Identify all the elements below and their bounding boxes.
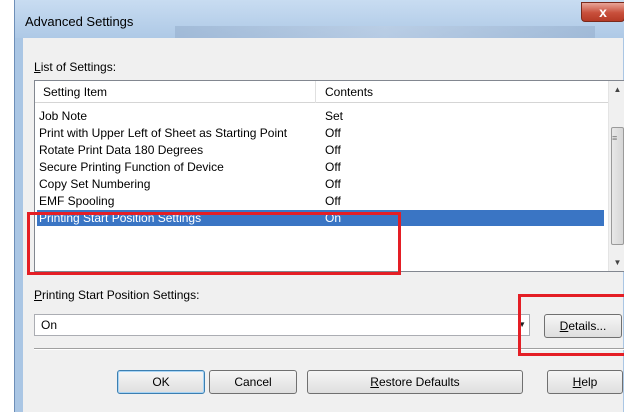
list-item[interactable]: EMF Spooling Off	[39, 193, 604, 209]
list-header: Setting Item Contents	[35, 81, 608, 103]
list-item[interactable]: Job Note Set	[39, 108, 604, 124]
list-item[interactable]: Rotate Print Data 180 Degrees Off	[39, 142, 604, 158]
vertical-scrollbar[interactable]: ▲ ≡ ▼	[608, 81, 624, 271]
window-title: Advanced Settings	[25, 14, 134, 29]
list-item[interactable]: Print with Upper Left of Sheet as Starti…	[39, 125, 604, 141]
help-button[interactable]: Help	[547, 370, 623, 394]
select-value: On	[41, 318, 58, 332]
scrollbar-thumb[interactable]	[611, 127, 624, 245]
list-item[interactable]: Copy Set Numbering Off	[39, 176, 604, 192]
list-of-settings-label: List of Settings:	[34, 60, 117, 74]
printing-start-position-select[interactable]: On ▼	[34, 314, 530, 336]
column-header-setting-item[interactable]: Setting Item	[43, 85, 107, 99]
title-bar: Advanced Settings x	[15, 0, 624, 38]
grip-icon: ≡	[612, 133, 618, 143]
column-divider[interactable]	[315, 81, 316, 103]
close-button[interactable]: x	[581, 2, 624, 22]
ok-button[interactable]: OK	[117, 370, 205, 394]
scroll-up-arrow-icon[interactable]: ▲	[609, 81, 624, 98]
cancel-button[interactable]: Cancel	[209, 370, 297, 394]
column-header-contents[interactable]: Contents	[325, 85, 373, 99]
restore-defaults-button[interactable]: Restore Defaults	[307, 370, 523, 394]
background-tabs	[175, 26, 595, 38]
scroll-down-arrow-icon[interactable]: ▼	[609, 254, 624, 271]
list-item[interactable]: Secure Printing Function of Device Off	[39, 159, 604, 175]
highlight-box-list-rows	[27, 212, 401, 275]
printing-start-position-label: Printing Start Position Settings:	[34, 288, 200, 302]
close-icon: x	[599, 4, 607, 20]
highlight-box-details	[518, 294, 624, 356]
